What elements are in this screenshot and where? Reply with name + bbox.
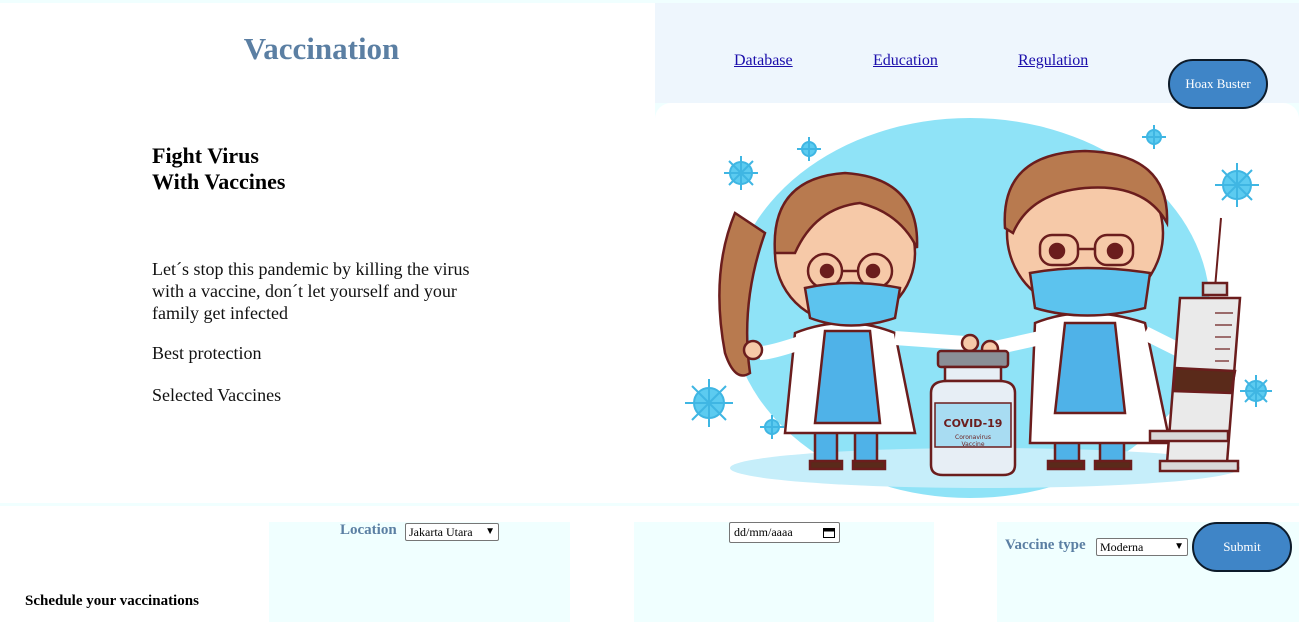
virus-icon	[685, 379, 733, 427]
vaccine-type-select[interactable]: Moderna ▼	[1096, 538, 1188, 556]
nav-link-database[interactable]: Database	[734, 52, 793, 70]
schedule-label: Schedule your vaccinations	[25, 593, 199, 609]
vaccine-type-select-value: Moderna	[1100, 540, 1144, 554]
virus-icon	[1142, 125, 1166, 149]
vial-label: COVID-19	[944, 417, 1003, 430]
hero-headline: Fight Virus With Vaccines	[152, 143, 285, 195]
hero-intro-text: Let´s stop this pandemic by killing the …	[152, 259, 470, 323]
submit-button[interactable]: Submit	[1192, 522, 1292, 572]
hero-text-panel: Vaccination Fight Virus With Vaccines Le…	[0, 3, 655, 503]
virus-icon	[797, 137, 821, 161]
hero-headline-line1: Fight Virus	[152, 143, 259, 168]
location-label: Location	[340, 522, 397, 538]
virus-icon	[724, 156, 758, 190]
doctors-vaccine-illustration: COVID-19 Coronavirus Vaccine	[685, 118, 1272, 498]
date-input[interactable]: dd/mm/aaaa	[729, 522, 840, 543]
nav-link-regulation[interactable]: Regulation	[1018, 52, 1088, 70]
vial-sublabel-2: Vaccine	[961, 441, 984, 448]
hoax-buster-button[interactable]: Hoax Buster	[1168, 59, 1268, 109]
location-select-value: Jakarta Utara	[409, 525, 473, 539]
hero-headline-line2: With Vaccines	[152, 169, 286, 194]
chevron-down-icon: ▼	[1174, 541, 1184, 552]
nav-link-education[interactable]: Education	[873, 52, 938, 70]
calendar-icon[interactable]	[823, 527, 835, 538]
selected-vaccines-text: Selected Vaccines	[152, 385, 282, 405]
best-protection-text: Best protection	[152, 343, 262, 363]
location-select[interactable]: Jakarta Utara ▼	[405, 523, 499, 541]
chevron-down-icon: ▼	[485, 526, 495, 537]
vial-sublabel-1: Coronavirus	[955, 434, 991, 441]
date-input-placeholder: dd/mm/aaaa	[734, 525, 793, 539]
page-title: Vaccination	[243, 31, 400, 66]
virus-icon	[1240, 375, 1272, 407]
virus-icon	[1215, 163, 1259, 207]
vaccine-type-label: Vaccine type	[1005, 537, 1086, 553]
hero-illustration-panel: COVID-19 Coronavirus Vaccine	[655, 103, 1299, 503]
